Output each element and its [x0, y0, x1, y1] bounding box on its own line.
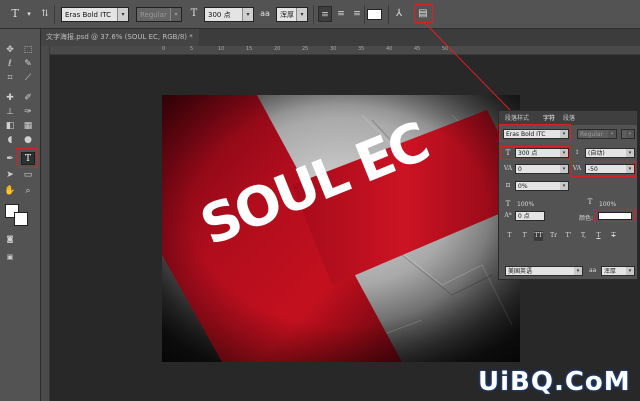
chevron-down-icon: ▾	[574, 267, 582, 275]
panel-font-family-select[interactable]: Eras Bold ITC ▾	[503, 129, 569, 139]
site-watermark: UiBQ.CoM	[478, 367, 631, 397]
panel-tsume-select[interactable]: 0% ▾	[515, 181, 569, 191]
strikethrough-button[interactable]: T	[609, 231, 618, 241]
panel-leading-select[interactable]: (自动) ▾	[585, 148, 635, 158]
panel-tracking-select[interactable]: -50 ▾	[585, 164, 635, 174]
panel-tsume-value: 0%	[518, 183, 528, 190]
panel-baseline-shift-value: 0 点	[518, 213, 530, 220]
chevron-down-icon: ▾	[560, 149, 568, 157]
panel-baseline-shift-field[interactable]: 0 点	[515, 211, 545, 221]
character-panel-tabs: 段落样式 字符 段落	[499, 111, 637, 125]
panel-tracking-value: -50	[588, 166, 598, 173]
chevron-down-icon: ▾	[608, 130, 616, 138]
font-size-icon: T	[505, 149, 511, 157]
all-caps-button[interactable]: TT	[534, 231, 543, 241]
panel-font-style-value: Regular	[580, 131, 604, 138]
language-value: 美国英语	[508, 268, 533, 275]
panel-anti-alias-select[interactable]: 浑厚 ▾	[601, 266, 635, 276]
panel-leading-value: (自动)	[588, 150, 605, 157]
type-style-buttons: T T TT Tr T' T, T T	[505, 231, 635, 243]
aa-label: aa	[589, 267, 597, 274]
horizontal-scale-value[interactable]: 100%	[599, 201, 616, 208]
panel-font-size-value: 300 点	[518, 150, 538, 157]
chevron-down-icon: ▾	[560, 130, 568, 138]
subscript-button[interactable]: T,	[579, 231, 588, 241]
faux-italic-button[interactable]: T	[520, 231, 529, 241]
tab-character[interactable]: 字符	[543, 113, 555, 122]
tab-paragraph[interactable]: 段落	[563, 113, 575, 122]
underline-button[interactable]: T	[594, 231, 603, 241]
chevron-down-icon: ▾	[626, 267, 634, 275]
small-caps-button[interactable]: Tr	[549, 231, 558, 241]
chevron-down-icon: ▾	[626, 165, 634, 173]
panel-kerning-select[interactable]: 0 ▾	[515, 164, 569, 174]
tab-paragraph-styles[interactable]: 段落样式	[505, 113, 529, 122]
panel-font-style-select[interactable]: Regular ▾	[577, 129, 617, 139]
horizontal-scale-icon: T	[587, 198, 593, 206]
color-label: 颜色:	[579, 215, 594, 222]
panel-color-swatch[interactable]	[598, 212, 632, 220]
kerning-icon: VA	[503, 165, 513, 172]
leading-icon: ↕	[574, 149, 580, 156]
panel-options-menu[interactable]: ▾	[621, 129, 635, 139]
baseline-shift-icon: Aª	[504, 212, 512, 219]
panel-anti-alias-value: 浑厚	[604, 268, 617, 275]
chevron-down-icon: ▾	[560, 165, 568, 173]
chevron-down-icon: ▾	[626, 130, 634, 138]
vertical-scale-value[interactable]: 100%	[517, 201, 534, 208]
character-panel: 段落样式 字符 段落 Eras Bold ITC ▾ Regular ▾ ▾ T…	[498, 110, 638, 280]
panel-kerning-value: 0	[518, 166, 522, 173]
language-select[interactable]: 美国英语 ▾	[505, 266, 583, 276]
tracking-icon: VA	[572, 165, 582, 172]
chevron-down-icon: ▾	[560, 182, 568, 190]
vertical-scale-icon: T	[505, 200, 511, 208]
chevron-down-icon: ▾	[626, 149, 634, 157]
panel-font-size-select[interactable]: 300 点 ▾	[515, 148, 569, 158]
superscript-button[interactable]: T'	[564, 231, 573, 241]
panel-font-family-value: Eras Bold ITC	[506, 131, 546, 138]
faux-bold-button[interactable]: T	[505, 231, 514, 241]
tsume-icon: ⊡	[505, 182, 511, 189]
